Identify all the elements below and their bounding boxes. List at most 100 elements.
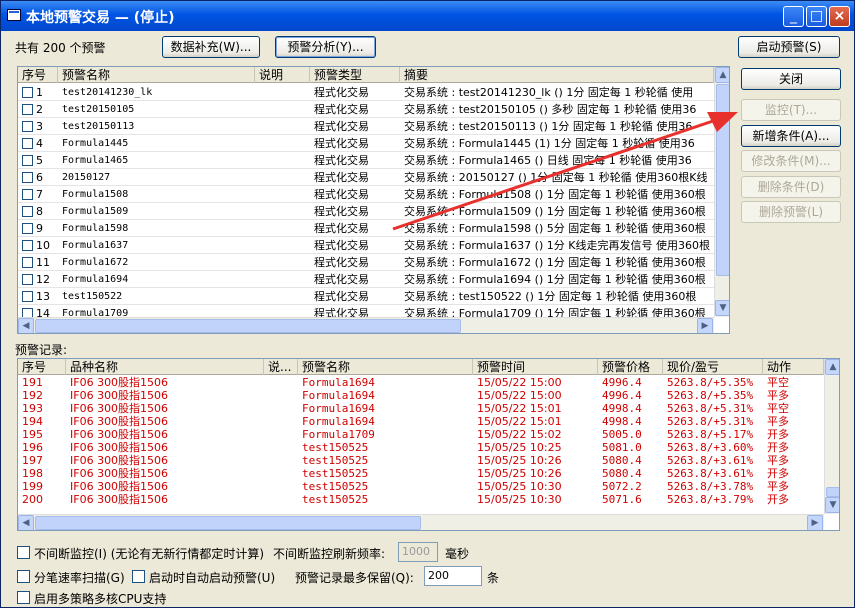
record-row[interactable]: 191 IF06 300股指1506 Formula1694 15/05/22 15:… (18, 376, 824, 389)
hscroll-thumb[interactable] (35, 516, 421, 530)
scroll-right-icon[interactable]: ▶ (807, 515, 823, 530)
app-icon (7, 9, 21, 21)
alert-analysis-button[interactable]: 预警分析(Y)... (275, 36, 376, 58)
alert-row[interactable]: 9 Formula1598 程式化交易 交易系统 : Formula1598 () 5… (18, 220, 714, 237)
record-row[interactable]: 199 IF06 300股指1506 test150525 15/05/25 10:3… (18, 480, 824, 493)
record-action: 平多 (767, 454, 789, 467)
refresh-rate-input[interactable]: 1000 (398, 542, 438, 562)
rec-col-index[interactable]: 序号 (18, 359, 66, 375)
alert-row[interactable]: 13 test150522 程式化交易 交易系统 : test150522 () 1分… (18, 288, 714, 305)
alert-row[interactable]: 4 Formula1445 程式化交易 交易系统 : Formula1445 (1) … (18, 135, 714, 152)
close-icon[interactable]: × (829, 6, 850, 27)
alert-row[interactable]: 8 Formula1509 程式化交易 交易系统 : Formula1509 () 1… (18, 203, 714, 220)
auto-start-checkbox[interactable] (132, 570, 145, 583)
record-row[interactable]: 195 IF06 300股指1506 Formula1709 15/05/22 15:… (18, 428, 824, 441)
alert-desc (255, 101, 310, 118)
record-price: 4996.4 (602, 389, 642, 402)
scroll-thumb[interactable] (716, 84, 729, 276)
alert-row[interactable]: 6 20150127 程式化交易 交易系统 : 20150127 () 1分 固定每 … (18, 169, 714, 186)
scroll-left-icon[interactable]: ◀ (18, 515, 34, 530)
record-row[interactable]: 197 IF06 300股指1506 test150525 15/05/25 10:2… (18, 454, 824, 467)
record-row[interactable]: 200 IF06 300股指1506 test150525 15/05/25 10:3… (18, 493, 824, 506)
record-time: 15/05/25 10:26 (477, 467, 562, 480)
record-row[interactable]: 198 IF06 300股指1506 test150525 15/05/25 10:2… (18, 467, 824, 480)
record-action: 平多 (767, 480, 789, 493)
record-desc (264, 480, 298, 493)
record-alert-name: Formula1694 (302, 389, 375, 402)
alert-desc (255, 220, 310, 237)
record-price: 4998.4 (602, 415, 642, 428)
alert-row[interactable]: 3 test20150113 程式化交易 交易系统 : test20150113 ()… (18, 118, 714, 135)
scroll-down-icon[interactable]: ▼ (825, 497, 839, 513)
record-row[interactable]: 192 IF06 300股指1506 Formula1694 15/05/22 15:… (18, 389, 824, 402)
alert-name: test20150113 (62, 121, 135, 132)
title-bar[interactable]: 本地预警交易 — (停止) _ □ × (1, 1, 854, 31)
alert-row[interactable]: 11 Formula1672 程式化交易 交易系统 : Formula1672 () … (18, 254, 714, 271)
rec-col-instrument[interactable]: 品种名称 (66, 359, 264, 375)
tick-scan-checkbox[interactable] (17, 570, 30, 583)
record-instrument: IF06 300股指1506 (70, 454, 169, 467)
record-row[interactable]: 196 IF06 300股指1506 test150525 15/05/25 10:2… (18, 441, 824, 454)
record-index: 196 (22, 441, 43, 454)
record-action: 平空 (767, 402, 789, 415)
maximize-icon[interactable]: □ (806, 6, 827, 27)
edit-condition-button[interactable]: 修改条件(M)... (741, 150, 841, 172)
close-button[interactable]: 关闭 (741, 68, 841, 90)
alert-index: 4 (36, 137, 43, 150)
rec-col-alert-name[interactable]: 预警名称 (298, 359, 473, 375)
alert-row[interactable]: 1 test20141230_lk 程式化交易 交易系统 : test20141230… (18, 84, 714, 101)
record-price: 5071.6 (602, 493, 642, 506)
alert-row[interactable]: 12 Formula1694 程式化交易 交易系统 : Formula1694 () … (18, 271, 714, 288)
alert-summary: 交易系统 : Formula1445 (1) 1分 固定每 1 秒轮循 使用36 (404, 137, 695, 150)
col-header-summary[interactable]: 摘要 (400, 67, 714, 83)
scroll-down-icon[interactable]: ▼ (715, 300, 729, 316)
alert-row[interactable]: 5 Formula1465 程式化交易 交易系统 : Formula1465 () 日… (18, 152, 714, 169)
alert-index: 2 (36, 103, 43, 116)
rec-col-price[interactable]: 预警价格 (598, 359, 663, 375)
alert-summary: 交易系统 : 20150127 () 1分 固定每 1 秒轮循 使用360根K线 (404, 171, 708, 184)
max-keep-input[interactable]: 200 (424, 566, 482, 586)
records-hscroll[interactable]: ◀ ▶ (18, 514, 824, 530)
hscroll-thumb[interactable] (35, 319, 461, 333)
monitor-button[interactable]: 监控(T)... (741, 99, 841, 121)
record-alert-name: Formula1694 (302, 415, 375, 428)
scroll-thumb[interactable] (826, 487, 839, 497)
data-supplement-button[interactable]: 数据补充(W)... (162, 36, 260, 58)
col-header-name[interactable]: 预警名称 (58, 67, 255, 83)
alert-row[interactable]: 10 Formula1637 程式化交易 交易系统 : Formula1637 () … (18, 237, 714, 254)
scroll-up-icon[interactable]: ▲ (715, 67, 729, 83)
record-index: 193 (22, 402, 43, 415)
rec-col-desc[interactable]: 说... (264, 359, 298, 375)
delete-condition-button[interactable]: 删除条件(D) (741, 176, 841, 198)
record-desc (264, 454, 298, 467)
multicore-checkbox[interactable] (17, 591, 30, 604)
minimize-icon[interactable]: _ (783, 6, 804, 27)
alert-list-hscroll[interactable]: ◀ ▶ (18, 317, 714, 333)
scroll-left-icon[interactable]: ◀ (18, 318, 34, 333)
alert-row[interactable]: 7 Formula1508 程式化交易 交易系统 : Formula1508 () 1… (18, 186, 714, 203)
delete-alert-button[interactable]: 删除预警(L) (741, 201, 841, 223)
record-alert-name: Formula1694 (302, 376, 375, 389)
rec-col-action[interactable]: 动作 (763, 359, 824, 375)
record-index: 199 (22, 480, 43, 493)
rec-col-pnl[interactable]: 现价/盈亏 (663, 359, 763, 375)
alert-list-vscroll[interactable]: ▲ ▼ (714, 67, 729, 317)
continuous-monitor-label: 不间断监控(I) (无论有无新行情都定时计算) (34, 547, 265, 561)
record-row[interactable]: 193 IF06 300股指1506 Formula1694 15/05/22 15:… (18, 402, 824, 415)
scroll-right-icon[interactable]: ▶ (697, 318, 713, 333)
col-header-desc[interactable]: 说明 (255, 67, 310, 83)
col-header-index[interactable]: 序号 (18, 67, 58, 83)
record-time: 15/05/22 15:00 (477, 389, 562, 402)
scroll-up-icon[interactable]: ▲ (825, 359, 839, 375)
col-header-type[interactable]: 预警类型 (310, 67, 400, 83)
record-row[interactable]: 194 IF06 300股指1506 Formula1694 15/05/22 15:… (18, 415, 824, 428)
add-condition-button[interactable]: 新增条件(A)... (741, 125, 841, 147)
continuous-monitor-checkbox[interactable] (17, 546, 30, 559)
rec-col-time[interactable]: 预警时间 (473, 359, 598, 375)
start-alert-button[interactable]: 启动预警(S) (738, 36, 840, 58)
records-vscroll[interactable]: ▲ ▼ (824, 359, 839, 514)
alert-row[interactable]: 2 test20150105 程式化交易 交易系统 : test20150105 ()… (18, 101, 714, 118)
record-alert-name: Formula1694 (302, 402, 375, 415)
record-index: 200 (22, 493, 43, 506)
alert-name: Formula1465 (62, 155, 129, 166)
